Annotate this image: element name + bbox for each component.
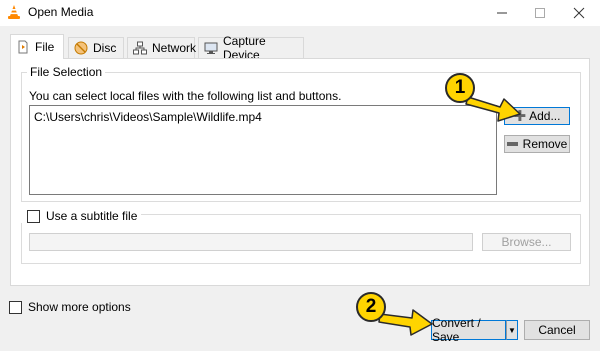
subtitle-checkbox-row[interactable]: Use a subtitle file (21, 209, 142, 223)
plus-icon: ✚ (513, 107, 527, 125)
window-title: Open Media (28, 5, 94, 19)
tab-capture-device[interactable]: Capture Device (198, 34, 304, 62)
close-icon (573, 7, 585, 19)
maximize-button[interactable] (521, 0, 559, 26)
annotation-badge-2: 2 (356, 292, 386, 322)
maximize-icon (535, 8, 545, 18)
chevron-down-icon: ▼ (508, 325, 516, 335)
tab-disc-label: Disc (93, 41, 117, 55)
file-selection-legend: File Selection (27, 65, 106, 79)
subtitle-file-input (29, 233, 473, 251)
minus-icon (506, 142, 518, 146)
show-more-options-label: Show more options (28, 300, 131, 314)
remove-button[interactable]: Remove (504, 135, 570, 153)
show-more-options-row[interactable]: Show more options (9, 300, 131, 314)
file-tab-panel: File Selection You can select local file… (10, 58, 590, 286)
minimize-button[interactable] (483, 0, 521, 26)
network-icon (133, 41, 147, 55)
convert-save-button[interactable]: Convert / Save (431, 316, 506, 344)
add-button-label: Add... (529, 109, 561, 123)
tab-network-label: Network (152, 41, 197, 55)
list-item[interactable]: C:\Users\chris\Videos\Sample\Wildlife.mp… (34, 110, 262, 124)
add-button[interactable]: ✚ Add... (504, 107, 570, 125)
remove-button-label: Remove (522, 137, 568, 151)
arrow-2-icon (378, 309, 433, 336)
cancel-button[interactable]: Cancel (524, 320, 590, 340)
file-play-icon (18, 40, 28, 54)
file-selection-description: You can select local files with the foll… (29, 89, 342, 103)
show-more-options-checkbox[interactable] (9, 300, 22, 314)
subtitle-checkbox[interactable] (27, 209, 40, 223)
minimize-icon (497, 12, 507, 14)
convert-dropdown-button[interactable]: ▼ (506, 320, 518, 340)
tab-file-label: File (35, 40, 55, 54)
vlc-cone-icon (8, 5, 20, 19)
subtitle-checkbox-label: Use a subtitle file (46, 209, 138, 223)
capture-device-icon (204, 42, 218, 54)
tab-file[interactable]: File (10, 34, 64, 59)
close-button[interactable] (560, 0, 598, 26)
tab-network[interactable]: Network (127, 37, 197, 58)
browse-button: Browse... (482, 233, 571, 251)
file-list[interactable]: C:\Users\chris\Videos\Sample\Wildlife.mp… (29, 105, 497, 195)
annotation-badge-1: 1 (445, 73, 475, 103)
disc-icon (74, 41, 88, 55)
tab-disc[interactable]: Disc (68, 37, 124, 58)
